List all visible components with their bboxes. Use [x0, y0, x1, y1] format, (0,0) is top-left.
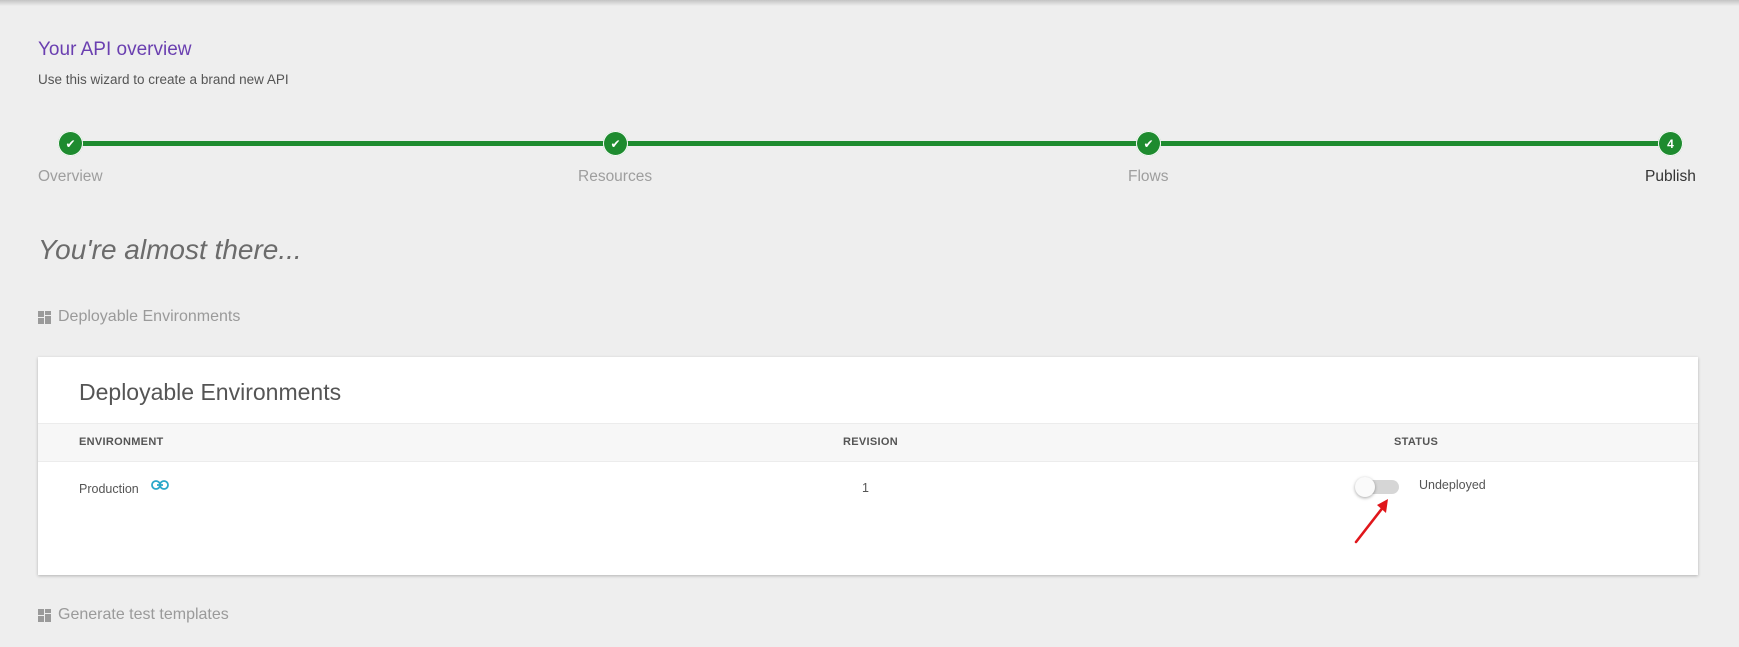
table-header: ENVIRONMENT REVISION STATUS: [38, 423, 1698, 462]
environments-card: Deployable Environments ENVIRONMENT REVI…: [38, 357, 1698, 575]
step-overview-label[interactable]: Overview: [38, 168, 103, 186]
step-publish-label[interactable]: Publish: [1645, 168, 1696, 186]
page-title: Your API overview: [38, 39, 192, 60]
step-resources-check-icon[interactable]: ✔: [603, 131, 628, 156]
column-header-status: STATUS: [1394, 436, 1439, 448]
column-header-environment: ENVIRONMENT: [79, 436, 164, 448]
stepper-progress-line: [70, 141, 1670, 146]
section-deployable-environments: Deployable Environments: [38, 308, 240, 326]
status-text: Undeployed: [1419, 478, 1486, 492]
section-generate-test-templates: Generate test templates: [38, 606, 229, 624]
red-arrow-icon: [1354, 499, 1388, 544]
link-icon[interactable]: [151, 479, 169, 491]
environment-name: Production: [79, 482, 139, 496]
column-header-revision: REVISION: [843, 436, 898, 448]
dashboard-icon: [38, 310, 51, 324]
card-title: Deployable Environments: [79, 379, 342, 405]
step-resources-label[interactable]: Resources: [578, 168, 652, 186]
revision-value: 1: [862, 481, 869, 495]
dashboard-icon: [38, 608, 51, 622]
page-subtitle: Use this wizard to create a brand new AP…: [38, 72, 289, 87]
step-overview-check-icon[interactable]: ✔: [58, 131, 83, 156]
section-label: Generate test templates: [58, 606, 229, 623]
step-publish-number[interactable]: 4: [1658, 131, 1683, 156]
page: Your API overview Use this wizard to cre…: [0, 0, 1739, 647]
step-flows-label[interactable]: Flows: [1128, 168, 1168, 186]
top-shadow: [0, 0, 1739, 6]
almost-there-heading: You're almost there...: [38, 234, 302, 265]
section-label: Deployable Environments: [58, 308, 241, 325]
step-flows-check-icon[interactable]: ✔: [1136, 131, 1161, 156]
